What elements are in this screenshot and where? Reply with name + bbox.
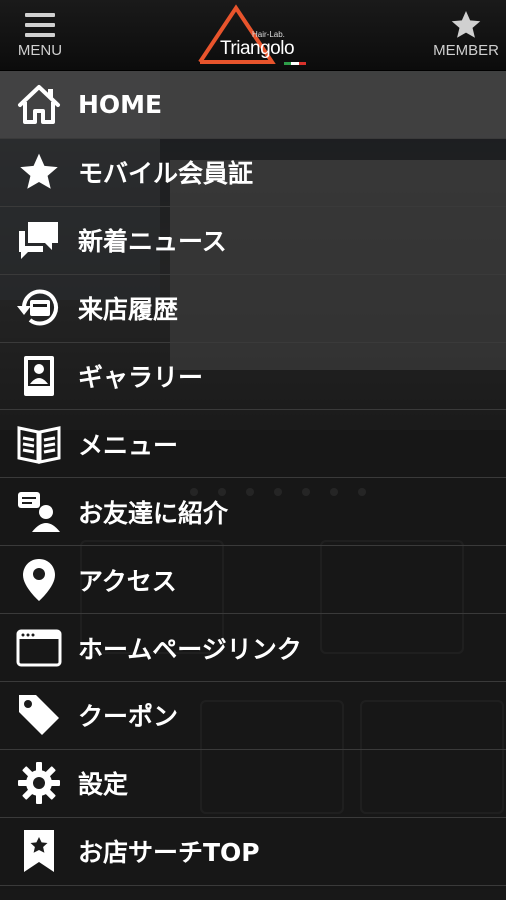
menu-item-label: メニュー [78,430,179,460]
brand-logo[interactable]: Hair-Lab. Triangolo [196,4,314,66]
bookmark-star-icon [15,827,63,875]
menu-item-gallery[interactable]: ギャラリー [0,343,506,411]
menu-item-label: お友達に紹介 [78,498,229,528]
menu-item-mobile-membership[interactable]: モバイル会員証 [0,139,506,207]
menu-item-label: アクセス [78,566,177,596]
chat-bubbles-icon [15,216,63,264]
menu-item-label: 設定 [78,770,129,800]
menu-item-shop-search-top[interactable]: お店サーチTOP [0,818,506,886]
menu-item-label: クーポン [78,702,179,732]
menu-item-label: お店サーチTOP [78,838,260,868]
menu-item-homepage-link[interactable]: ホームページリンク [0,614,506,683]
gear-icon [15,759,63,807]
menu-item-menu[interactable]: メニュー [0,410,506,479]
menu-item-refer-friend[interactable]: お友達に紹介 [0,478,506,547]
side-drawer-menu: HOME モバイル会員証 新着ニュース 来店履歴 ギャラリー メニュー お友達に… [0,71,506,900]
menu-item-label: ホームページリンク [78,634,302,664]
menu-item-label: 新着ニュース [78,227,227,257]
tag-icon [15,691,63,739]
home-icon [15,80,63,128]
menu-item-news[interactable]: 新着ニュース [0,207,506,275]
star-icon [15,148,63,196]
app-header: MENU Hair-Lab. Triangolo MEMBER [0,0,506,71]
member-button[interactable]: MEMBER [426,8,506,66]
menu-item-settings[interactable]: 設定 [0,750,506,818]
portrait-icon [15,352,63,400]
menu-item-coupon[interactable]: クーポン [0,682,506,750]
menu-item-label: 来店履歴 [78,295,179,325]
star-icon [449,8,483,42]
refer-friend-icon [15,488,63,536]
menu-label: MENU [17,42,63,59]
book-icon [15,420,63,468]
logo-name: Triangolo [220,38,295,59]
history-icon [15,284,63,332]
menu-item-home[interactable]: HOME [0,71,506,139]
menu-button[interactable]: MENU [0,8,80,66]
map-pin-icon [15,556,63,604]
menu-item-visit-history[interactable]: 来店履歴 [0,275,506,343]
menu-item-label: ギャラリー [78,363,204,392]
hamburger-icon [23,8,57,42]
menu-item-label: HOME [78,89,163,119]
menu-item-access[interactable]: アクセス [0,546,506,615]
menu-item-label: モバイル会員証 [78,159,254,189]
browser-window-icon [15,624,63,672]
member-label: MEMBER [433,42,499,59]
italian-flag [284,62,306,65]
